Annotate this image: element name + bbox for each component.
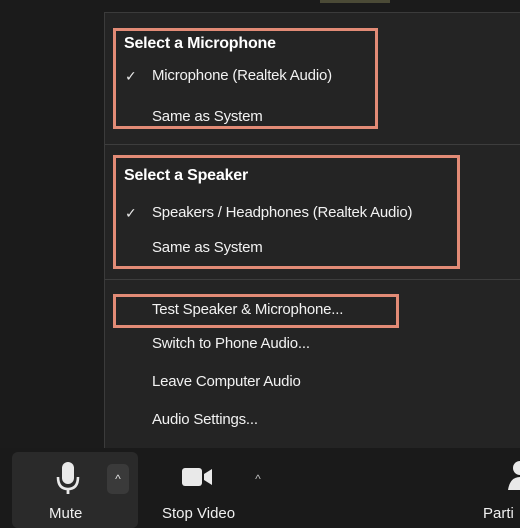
zoom-meeting-window: Select a Microphone ✓ Microphone (Realte… [0,0,520,528]
menu-item-speakers-realtek[interactable]: ✓ Speakers / Headphones (Realtek Audio) [105,199,520,227]
menu-item-test-speaker-microphone[interactable]: Test Speaker & Microphone... [105,296,520,324]
select-speaker-heading: Select a Speaker [124,167,248,184]
menu-item-label: Audio Settings... [152,411,258,428]
checkmark-icon: ✓ [125,205,137,221]
meeting-toolbar: Mute ^ Stop Video ^ Parti [0,448,520,528]
participants-button[interactable]: Parti [480,448,520,528]
select-microphone-heading: Select a Microphone [124,35,276,52]
menu-item-label: Leave Computer Audio [152,373,301,390]
participants-icon [508,461,520,490]
menu-item-leave-computer-audio[interactable]: Leave Computer Audio [105,368,520,396]
stop-video-button[interactable]: Stop Video [150,448,260,528]
video-camera-icon [182,468,212,486]
caret-up-icon: ^ [255,472,261,486]
audio-options-caret-button[interactable]: ^ [107,464,129,494]
stop-video-label: Stop Video [162,505,236,522]
mute-button[interactable]: Mute [20,448,110,528]
participants-label: Parti [483,505,514,522]
mute-label: Mute [49,505,83,522]
audio-options-menu: Select a Microphone ✓ Microphone (Realte… [104,12,520,448]
menu-item-label: Test Speaker & Microphone... [152,301,344,318]
menu-item-label: Same as System [152,239,263,256]
checkmark-icon: ✓ [125,68,137,84]
menu-item-label: Microphone (Realtek Audio) [152,67,332,84]
caret-up-icon: ^ [115,472,121,486]
menu-item-microphone-same-as-system[interactable]: Same as System [105,103,520,131]
menu-item-label: Speakers / Headphones (Realtek Audio) [152,204,413,221]
menu-divider [105,279,520,280]
menu-item-switch-to-phone-audio[interactable]: Switch to Phone Audio... [105,330,520,358]
menu-divider [105,144,520,145]
menu-item-label: Switch to Phone Audio... [152,335,310,352]
menu-item-microphone-realtek[interactable]: ✓ Microphone (Realtek Audio) [105,62,520,90]
background-video-edge [320,0,390,3]
menu-item-label: Same as System [152,108,263,125]
menu-item-speaker-same-as-system[interactable]: Same as System [105,234,520,262]
microphone-icon [56,462,80,494]
video-options-caret-button[interactable]: ^ [247,464,269,494]
menu-item-audio-settings[interactable]: Audio Settings... [105,406,520,434]
